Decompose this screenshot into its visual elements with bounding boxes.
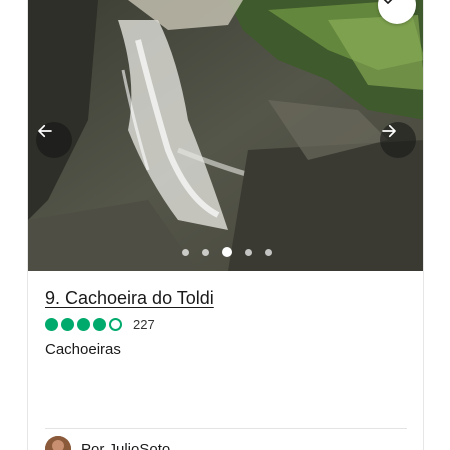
author-name[interactable]: Por JulioSoto	[81, 441, 170, 450]
waterfall-image	[28, 0, 423, 271]
heart-icon	[383, 0, 393, 4]
carousel-dot[interactable]	[221, 247, 232, 257]
arrow-right-icon	[382, 124, 396, 138]
rating-row: 227	[45, 317, 155, 332]
rating-bubbles	[45, 318, 122, 331]
rating-bubble	[109, 318, 122, 331]
rating-bubble	[61, 318, 74, 331]
arrow-left-icon	[38, 124, 52, 138]
carousel-dot[interactable]	[201, 248, 209, 256]
avatar-image	[45, 436, 71, 450]
rating-bubble	[45, 318, 58, 331]
carousel-dot[interactable]	[264, 248, 272, 256]
carousel-indicator	[28, 247, 423, 257]
divider	[45, 428, 407, 429]
review-count[interactable]: 227	[133, 317, 155, 332]
rating-bubble	[77, 318, 90, 331]
attraction-card[interactable]: 9. Cachoeira do Toldi 227 Cachoeiras Por…	[27, 0, 424, 450]
carousel-next-button[interactable]	[380, 122, 416, 158]
attraction-photo[interactable]	[28, 0, 423, 271]
carousel-dot[interactable]	[244, 248, 252, 256]
attraction-category: Cachoeiras	[45, 341, 121, 358]
attraction-title[interactable]: 9. Cachoeira do Toldi	[45, 288, 214, 309]
avatar[interactable]	[45, 436, 71, 450]
carousel-dot[interactable]	[181, 248, 189, 256]
rating-bubble	[93, 318, 106, 331]
author-row[interactable]: Por JulioSoto	[45, 436, 170, 450]
carousel-prev-button[interactable]	[36, 122, 72, 158]
